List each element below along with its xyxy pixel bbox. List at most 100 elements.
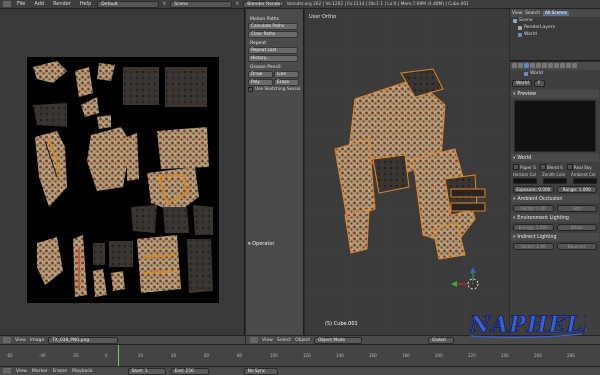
repeat-last-button[interactable]: Repeat Last [248, 47, 298, 54]
world-breadcrumb: World [510, 70, 600, 77]
paper-sky-checkbox[interactable]: Paper S [513, 164, 536, 170]
editor-type-icon[interactable] [3, 1, 11, 7]
outliner-tab-search[interactable]: Search [525, 11, 540, 16]
modifier-icon[interactable] [542, 63, 547, 68]
clear-paths-button[interactable]: Clear Paths [248, 31, 298, 38]
env-energy-field[interactable]: Energy: 1.000 [513, 224, 554, 231]
svg-text:NAPHELIA: NAPHELIA [469, 312, 586, 338]
menu-file[interactable]: File [14, 1, 28, 7]
menu-add[interactable]: Add [31, 1, 47, 7]
exposure-field[interactable]: Exposure: 0.000 [513, 186, 554, 193]
zenith-color-swatch[interactable] [543, 178, 567, 184]
outliner-item-scene[interactable]: Scene [510, 17, 600, 24]
env-color-select[interactable]: White [556, 224, 597, 231]
material-icon[interactable] [554, 63, 559, 68]
world-icon [524, 71, 528, 76]
renderlayers-icon [518, 25, 522, 30]
line-button[interactable]: Line [274, 71, 299, 78]
history-button[interactable]: History... [248, 55, 298, 62]
blend-sky-checkbox[interactable]: Blend S [540, 164, 563, 170]
render-engine-select[interactable]: Blender Render [243, 0, 282, 8]
ao-row: Factor: 1.00 Add [513, 205, 597, 212]
erase-button[interactable]: Erase [274, 79, 299, 86]
frame-tick: 180 [402, 353, 410, 358]
indirect-factor-field[interactable]: Factor: 1.00 [513, 243, 554, 250]
poly-button[interactable]: Poly [248, 79, 273, 86]
uv-texture-canvas[interactable] [27, 57, 219, 303]
texture-islands [33, 61, 213, 297]
outliner-item-world[interactable]: World [510, 31, 600, 38]
menu-view[interactable]: View [16, 369, 27, 374]
menu-playback[interactable]: Playback [72, 369, 93, 374]
end-frame-field[interactable]: End: 250 [170, 367, 209, 375]
scene-select[interactable]: Scene [170, 0, 233, 8]
ambient-occlusion-header[interactable]: Ambient Occlusion [511, 195, 599, 203]
menu-help[interactable]: Help [77, 1, 94, 7]
timeline[interactable]: -60 -40 -20 0 20 40 60 80 100 120 140 160 180 200 220 2… [0, 344, 600, 367]
scene-icon[interactable] [518, 63, 523, 68]
draw-button[interactable]: Draw [248, 71, 273, 78]
operator-panel-header[interactable]: ▾ Operator [248, 241, 275, 247]
menu-view[interactable]: View [262, 338, 273, 343]
constraint-icon[interactable] [536, 63, 541, 68]
ao-mode-select[interactable]: Add [556, 205, 597, 212]
menu-image[interactable]: Image [30, 338, 44, 343]
world-datablock-field[interactable]: World [512, 80, 532, 87]
outliner-tab-all-scenes[interactable]: All Scenes [542, 10, 570, 16]
mode-select[interactable]: Object Mode [314, 336, 363, 344]
world-icon[interactable] [524, 63, 529, 68]
sync-select[interactable]: No Sync [243, 367, 278, 375]
outliner-item-renderlayers[interactable]: RenderLayers [510, 24, 600, 31]
fake-user-button[interactable]: F [534, 80, 545, 87]
world-breadcrumb-label: World [530, 71, 543, 76]
indirect-label: Indirect Lighting [517, 234, 557, 240]
bounces-field[interactable]: Bounces [556, 243, 597, 250]
3d-viewport[interactable]: User Ortho (5) Cube.001 [305, 9, 509, 335]
mode-label: Object Mode [318, 337, 346, 343]
horizon-color-swatch[interactable] [513, 178, 537, 184]
screen-layout-select[interactable]: Default [97, 0, 160, 8]
close-icon[interactable]: × [162, 1, 167, 7]
physics-icon[interactable] [572, 63, 577, 68]
world-preview [514, 100, 596, 152]
current-frame-indicator[interactable] [118, 345, 119, 367]
orientation-select[interactable]: Global [428, 336, 455, 344]
use-sketching-checkbox[interactable]: Use Sketching Sessio [248, 87, 301, 92]
start-frame-field[interactable]: Start: 1 [127, 367, 166, 375]
frame-tick: 60 [204, 353, 210, 358]
editor-type-icon[interactable] [3, 337, 11, 343]
real-sky-checkbox[interactable]: Real Sky [567, 164, 592, 170]
image-browse-field[interactable]: TX_038_PNG.png [48, 336, 119, 344]
menu-select[interactable]: Select [277, 338, 291, 343]
indirect-lighting-header[interactable]: Indirect Lighting [511, 233, 599, 241]
outliner-item-label: World [524, 32, 537, 37]
ao-factor-field[interactable]: Factor: 1.00 [513, 205, 554, 212]
texture-icon[interactable] [560, 63, 565, 68]
world-panel-header[interactable]: World [511, 154, 599, 162]
menu-object[interactable]: Object [295, 338, 310, 343]
editor-type-icon[interactable] [3, 368, 11, 374]
environment-lighting-header[interactable]: Environment Lighting [511, 214, 599, 222]
image-editor-header: View Image TX_038_PNG.png [0, 335, 245, 344]
preview-panel-header[interactable]: Preview [511, 90, 599, 98]
calculate-paths-button[interactable]: Calculate Paths [248, 23, 298, 30]
menu-view[interactable]: View [15, 338, 26, 343]
operator-label: Operator [252, 241, 275, 247]
frame-tick: 160 [369, 353, 377, 358]
range-field[interactable]: Range: 1.000 [556, 186, 597, 193]
uv-image-editor[interactable] [0, 9, 245, 335]
editor-type-icon[interactable] [250, 337, 258, 343]
scene-label: Scene [174, 1, 189, 7]
outliner-tab-view[interactable]: View [512, 11, 522, 16]
particles-icon[interactable] [566, 63, 571, 68]
ambient-color-swatch[interactable] [573, 178, 597, 184]
data-icon[interactable] [548, 63, 553, 68]
frame-tick: -60 [6, 353, 13, 358]
screen-layout-label: Default [101, 1, 118, 7]
menu-marker[interactable]: Marker [32, 369, 48, 374]
render-icon[interactable] [512, 63, 517, 68]
menu-render[interactable]: Render [50, 1, 74, 7]
object-icon[interactable] [530, 63, 535, 68]
close-icon[interactable]: × [235, 1, 240, 7]
menu-frame[interactable]: Frame [53, 369, 67, 374]
